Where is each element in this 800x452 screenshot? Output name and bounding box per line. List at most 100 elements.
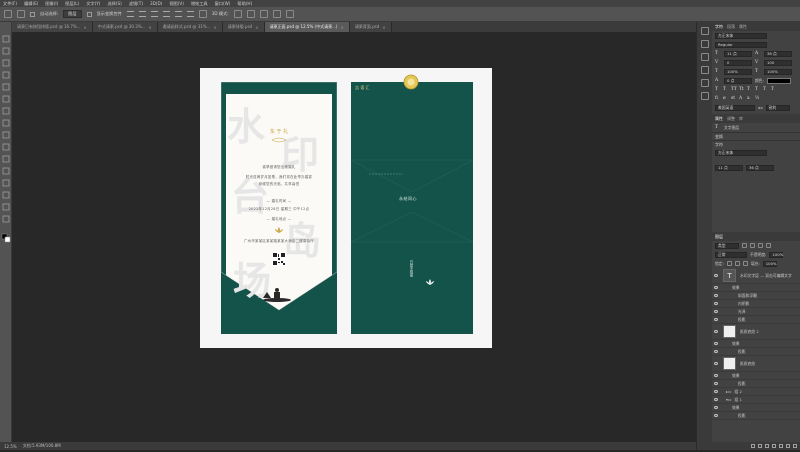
show-transform-checkbox[interactable]	[86, 11, 92, 17]
tab-props[interactable]: 属性	[715, 116, 723, 122]
align-bottom-icon[interactable]	[150, 11, 158, 17]
3d-roll-icon[interactable]	[246, 10, 255, 18]
filter-pixel-icon[interactable]	[742, 243, 747, 248]
close-icon[interactable]: ×	[84, 25, 87, 30]
layer-row[interactable]: 投影	[712, 316, 800, 324]
layer-row[interactable]: 效果	[712, 340, 800, 348]
visibility-eye-icon[interactable]	[714, 286, 718, 289]
tab-doc-2[interactable]: 中式请柬.psd @ 30.3%... ×	[92, 22, 158, 32]
menu-layer[interactable]: 图层(L)	[65, 1, 79, 7]
visibility-eye-icon[interactable]	[714, 350, 718, 353]
document-canvas[interactable]: 水 印 台 岛 场 东 于 礼 诚挚邀请您出席婚礼 时光荏苒岁月如歌，我们将在此…	[200, 68, 492, 348]
layer-row[interactable]: 效果	[712, 284, 800, 292]
props-font-select[interactable]: 方正宋体	[715, 149, 767, 156]
close-icon[interactable]: ×	[148, 25, 151, 30]
visibility-eye-icon[interactable]	[714, 294, 718, 297]
font-style-select[interactable]: Regular	[715, 41, 767, 48]
visibility-eye-icon[interactable]	[714, 302, 718, 305]
align-center-icon[interactable]	[174, 11, 182, 17]
visibility-eye-icon[interactable]	[714, 406, 718, 409]
smallcaps-icon[interactable]: Tt	[739, 87, 745, 93]
fill-field[interactable]: 100%	[762, 260, 777, 267]
fraction-icon[interactable]: ½	[755, 96, 761, 102]
visibility-eye-icon[interactable]	[714, 398, 718, 401]
layer-row[interactable]: 投影	[712, 348, 800, 356]
menu-filter[interactable]: 滤镜(T)	[129, 1, 143, 7]
tab-library[interactable]: 库	[739, 116, 743, 122]
mask-icon[interactable]	[765, 444, 769, 448]
font-family-select[interactable]: 方正宋体	[715, 32, 767, 39]
tab-doc-3[interactable]: 邀请函样式.psd @ 31%... ×	[157, 22, 223, 32]
tool-preset-icon[interactable]	[17, 10, 25, 18]
new-group-icon[interactable]	[779, 444, 783, 448]
brush-icon[interactable]	[700, 53, 709, 61]
visibility-eye-icon[interactable]	[714, 374, 718, 377]
zoom-level[interactable]: 12.5%	[4, 444, 17, 449]
filter-adjust-icon[interactable]	[750, 243, 755, 248]
color-swatch[interactable]	[766, 77, 791, 84]
menu-image[interactable]: 图像(I)	[45, 1, 58, 7]
menu-view[interactable]: 视图(V)	[169, 1, 184, 7]
align-middle-icon[interactable]	[138, 11, 146, 17]
visibility-eye-icon[interactable]	[714, 310, 718, 313]
layer-row[interactable]: ▸▭ 组 2	[712, 388, 800, 396]
menu-file[interactable]: 文件(F)	[3, 1, 17, 7]
character-icon[interactable]	[700, 92, 709, 100]
visibility-eye-icon[interactable]	[714, 318, 718, 321]
visibility-eye-icon[interactable]	[714, 330, 718, 333]
layer-row[interactable]: 光泽	[712, 308, 800, 316]
layer-row[interactable]: ▾▭ 组 1	[712, 396, 800, 404]
menu-3d[interactable]: 3D(D)	[150, 1, 162, 6]
3d-scale-icon[interactable]	[285, 10, 294, 18]
tab-properties[interactable]: 属性	[739, 24, 747, 30]
layer-row[interactable]: 斜面和浮雕	[712, 292, 800, 300]
tab-paragraph[interactable]: 段落	[727, 24, 735, 30]
section-transform[interactable]: 变换	[712, 132, 800, 140]
strike-icon[interactable]: T	[771, 87, 777, 93]
menu-edit[interactable]: 编辑(E)	[24, 1, 38, 7]
underline-icon[interactable]: T	[763, 87, 769, 93]
new-layer-icon[interactable]	[786, 444, 790, 448]
menu-select[interactable]: 选择(S)	[107, 1, 121, 7]
filter-text-icon[interactable]	[758, 243, 763, 248]
swash-icon[interactable]: st	[731, 96, 737, 102]
blend-mode-select[interactable]: 正常	[715, 251, 747, 258]
visibility-eye-icon[interactable]	[714, 274, 718, 277]
3d-slide-icon[interactable]	[272, 10, 281, 18]
layer-row[interactable]: 投影	[712, 412, 800, 420]
language-select[interactable]: 美国英语	[715, 104, 755, 111]
props-leading-field[interactable]: 36 点	[746, 164, 774, 171]
tab-doc-4[interactable]: 请柬排版.psd ×	[222, 22, 265, 32]
move-tool-icon[interactable]	[4, 10, 12, 18]
align-top-icon[interactable]	[126, 11, 134, 17]
layer-row[interactable]: 纸质底纹	[712, 356, 800, 372]
tracking-field[interactable]: 100	[764, 59, 792, 66]
adjust-icon[interactable]	[700, 66, 709, 74]
kerning-field[interactable]: 0	[724, 59, 752, 66]
lock-all-icon[interactable]	[742, 261, 748, 266]
visibility-eye-icon[interactable]	[714, 390, 718, 393]
close-icon[interactable]: ×	[340, 25, 343, 30]
tab-doc-active[interactable]: 请柬正面.psd @ 12.5% (中式请柬...) ×	[264, 22, 350, 32]
filter-shape-icon[interactable]	[766, 243, 771, 248]
baseline-field[interactable]: 0 点	[724, 77, 752, 84]
opacity-field[interactable]: 100%	[769, 251, 784, 258]
leading-field[interactable]: 36 点	[764, 50, 792, 57]
alternate-icon[interactable]: A	[739, 96, 745, 102]
visibility-eye-icon[interactable]	[714, 362, 718, 365]
link-icon[interactable]	[751, 444, 755, 448]
antialias-select[interactable]: 锐利	[765, 104, 790, 111]
auto-select-dropdown[interactable]: 图层	[63, 10, 82, 18]
more-options-icon[interactable]	[198, 10, 207, 18]
menu-type[interactable]: 文字(Y)	[86, 1, 100, 7]
layer-row[interactable]: 效果	[712, 404, 800, 412]
visibility-eye-icon[interactable]	[714, 414, 718, 417]
3d-pan-icon[interactable]	[259, 10, 268, 18]
tab-doc-6[interactable]: 请柬背面.psd ×	[349, 22, 392, 32]
close-icon[interactable]: ×	[213, 25, 216, 30]
layer-row[interactable]: 投影	[712, 380, 800, 388]
menu-help[interactable]: 帮助(H)	[237, 1, 252, 7]
scale-v-field[interactable]: 100%	[724, 68, 752, 75]
scale-h-field[interactable]: 100%	[764, 68, 792, 75]
lock-position-icon[interactable]	[734, 261, 740, 266]
